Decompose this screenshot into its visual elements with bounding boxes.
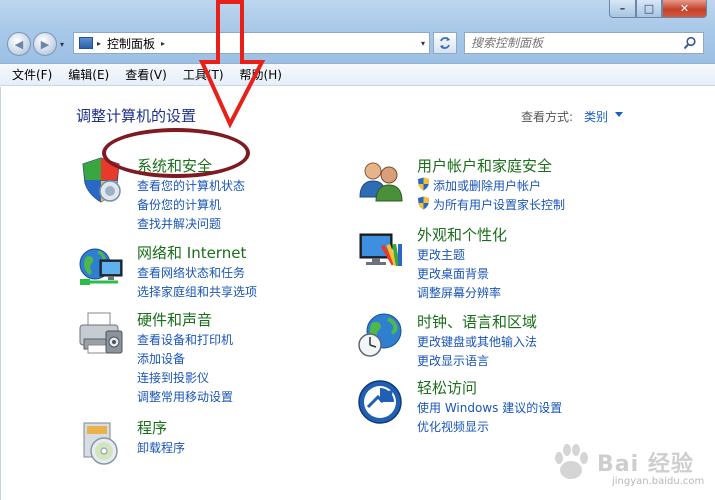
window-titlebar: – □ ✕ ◀ ▶ ▾ ▸ 控制面板 ▸ ▾ bbox=[0, 0, 715, 64]
link-windows-recommended-settings[interactable]: 使用 Windows 建议的设置 bbox=[417, 399, 562, 416]
link-view-network-status[interactable]: 查看网络状态和任务 bbox=[137, 264, 245, 281]
link-connect-projector[interactable]: 连接到投影仪 bbox=[137, 369, 209, 386]
watermark-url: jingyan.baidu.com bbox=[612, 476, 705, 487]
menu-view[interactable]: 查看(V) bbox=[117, 66, 175, 83]
network-globe-icon bbox=[79, 248, 123, 285]
view-by-dropdown[interactable]: 类别 bbox=[584, 108, 608, 125]
category-network-internet: 网络和 Internet 查看网络状态和任务 选择家庭组和共享选项 bbox=[76, 242, 336, 302]
category-programs: 程序 卸载程序 bbox=[76, 417, 336, 467]
menu-file[interactable]: 文件(F) bbox=[4, 66, 60, 83]
category-appearance: 外观和个性化 更改主题 更改桌面背景 调整屏幕分辨率 bbox=[356, 224, 656, 304]
uac-shield-icon bbox=[418, 177, 429, 191]
link-screen-resolution[interactable]: 调整屏幕分辨率 bbox=[417, 284, 501, 301]
monitor-paint-icon bbox=[359, 233, 402, 267]
breadcrumb-control-panel[interactable]: 控制面板 bbox=[107, 35, 155, 52]
back-arrow-icon: ◀ bbox=[14, 37, 24, 51]
view-by-label: 查看方式: bbox=[521, 110, 574, 124]
minimize-button[interactable]: – bbox=[609, 0, 636, 18]
window-controls: – □ ✕ bbox=[609, 0, 707, 18]
search-box[interactable] bbox=[464, 32, 704, 54]
link-parental-controls[interactable]: 为所有用户设置家长控制 bbox=[433, 196, 565, 213]
baidu-paw-logo-icon bbox=[555, 444, 588, 479]
search-input[interactable] bbox=[471, 36, 671, 50]
link-add-device[interactable]: 添加设备 bbox=[137, 350, 185, 367]
category-title[interactable]: 时钟、语言和区域 bbox=[417, 311, 537, 332]
search-icon[interactable] bbox=[683, 36, 697, 50]
maximize-button[interactable]: □ bbox=[636, 0, 662, 18]
category-user-accounts: 用户帐户和家庭安全 添加或删除用户帐户 为所有用户设置家长控制 bbox=[356, 155, 656, 215]
page-title: 调整计算机的设置 bbox=[76, 107, 197, 125]
link-optimize-visual-display[interactable]: 优化视频显示 bbox=[417, 418, 489, 435]
link-change-input-method[interactable]: 更改键盘或其他输入法 bbox=[417, 333, 537, 350]
category-hardware-sound: 硬件和声音 查看设备和打印机 添加设备 连接到投影仪 调整常用移动设置 bbox=[76, 309, 336, 409]
category-title[interactable]: 网络和 Internet bbox=[137, 242, 246, 263]
menu-bar: 文件(F) 编辑(E) 查看(V) 工具(T) 帮助(H) bbox=[0, 64, 715, 86]
ease-of-access-icon bbox=[358, 380, 402, 424]
watermark-brand: Bai 经验 bbox=[597, 452, 694, 477]
link-view-devices-printers[interactable]: 查看设备和打印机 bbox=[137, 331, 233, 348]
refresh-button[interactable] bbox=[433, 32, 457, 54]
back-button[interactable]: ◀ bbox=[7, 32, 31, 56]
forward-arrow-icon: ▶ bbox=[40, 37, 50, 51]
category-title[interactable]: 外观和个性化 bbox=[417, 224, 507, 245]
breadcrumb-separator-2[interactable]: ▸ bbox=[161, 39, 165, 48]
control-panel-icon bbox=[79, 37, 93, 49]
menu-edit[interactable]: 编辑(E) bbox=[60, 66, 117, 83]
link-uninstall-program[interactable]: 卸载程序 bbox=[137, 439, 185, 456]
annotation-down-arrow-icon bbox=[198, 0, 266, 129]
users-icon bbox=[359, 162, 403, 202]
category-title[interactable]: 用户帐户和家庭安全 bbox=[417, 155, 552, 176]
uac-shield-icon bbox=[418, 196, 429, 210]
category-title[interactable]: 轻松访问 bbox=[417, 377, 477, 398]
link-change-theme[interactable]: 更改主题 bbox=[417, 246, 465, 263]
printer-icon bbox=[79, 312, 123, 354]
category-clock-language: 时钟、语言和区域 更改键盘或其他输入法 更改显示语言 bbox=[356, 311, 656, 371]
refresh-icon bbox=[440, 37, 450, 49]
close-button[interactable]: ✕ bbox=[662, 0, 707, 18]
clock-globe-icon bbox=[358, 313, 402, 357]
link-backup-computer[interactable]: 备份您的计算机 bbox=[137, 196, 221, 213]
link-add-remove-accounts[interactable]: 添加或删除用户帐户 bbox=[433, 177, 541, 194]
forward-button[interactable]: ▶ bbox=[33, 32, 57, 56]
category-title[interactable]: 硬件和声音 bbox=[137, 309, 212, 330]
link-view-computer-status[interactable]: 查看您的计算机状态 bbox=[137, 177, 245, 194]
link-mobility-settings[interactable]: 调整常用移动设置 bbox=[137, 388, 233, 405]
breadcrumb-separator[interactable]: ▸ bbox=[97, 39, 101, 48]
link-change-background[interactable]: 更改桌面背景 bbox=[417, 265, 489, 282]
programs-disc-icon bbox=[83, 422, 118, 465]
address-dropdown-icon[interactable]: ▾ bbox=[421, 39, 425, 48]
view-by-caret-icon[interactable] bbox=[615, 112, 623, 117]
link-homegroup-sharing[interactable]: 选择家庭组和共享选项 bbox=[137, 283, 257, 300]
recent-pages-dropdown[interactable]: ▾ bbox=[60, 40, 64, 49]
annotation-highlight-ellipse bbox=[102, 128, 250, 178]
category-ease-of-access: 轻松访问 使用 Windows 建议的设置 优化视频显示 bbox=[356, 377, 656, 437]
link-change-display-language[interactable]: 更改显示语言 bbox=[417, 352, 489, 369]
category-title[interactable]: 程序 bbox=[137, 417, 167, 438]
link-troubleshoot[interactable]: 查找并解决问题 bbox=[137, 215, 221, 232]
